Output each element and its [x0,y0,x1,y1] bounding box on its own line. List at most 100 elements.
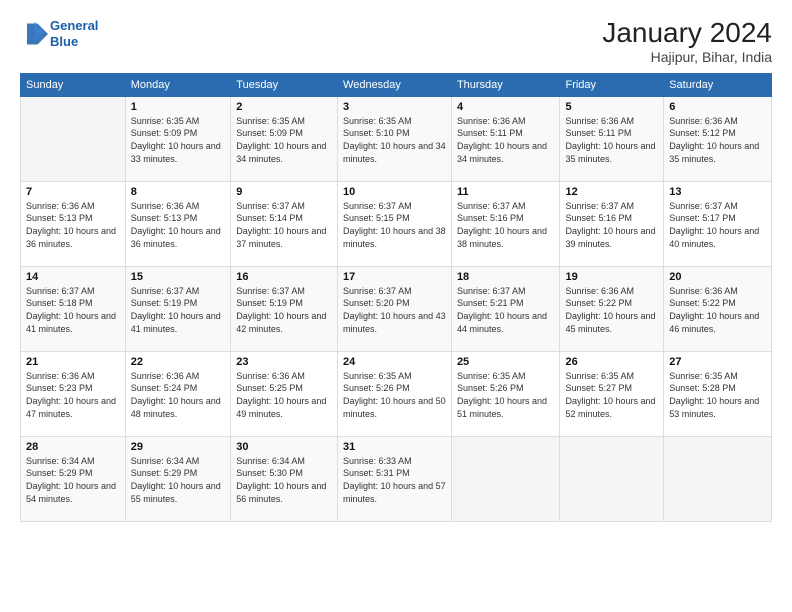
title-block: January 2024 Hajipur, Bihar, India [602,18,772,65]
day-number: 7 [26,186,120,198]
day-info: Sunrise: 6:37 AMSunset: 5:21 PMDaylight:… [457,285,555,335]
day-cell: 24 Sunrise: 6:35 AMSunset: 5:26 PMDaylig… [338,351,452,436]
day-cell: 19 Sunrise: 6:36 AMSunset: 5:22 PMDaylig… [560,266,664,351]
day-number: 19 [565,271,658,283]
col-friday: Friday [560,73,664,96]
day-info: Sunrise: 6:36 AMSunset: 5:13 PMDaylight:… [131,200,226,250]
day-cell [560,436,664,521]
day-info: Sunrise: 6:37 AMSunset: 5:19 PMDaylight:… [236,285,332,335]
week-row-4: 21 Sunrise: 6:36 AMSunset: 5:23 PMDaylig… [21,351,772,436]
day-cell: 20 Sunrise: 6:36 AMSunset: 5:22 PMDaylig… [664,266,772,351]
day-info: Sunrise: 6:37 AMSunset: 5:20 PMDaylight:… [343,285,446,335]
day-info: Sunrise: 6:37 AMSunset: 5:15 PMDaylight:… [343,200,446,250]
day-cell: 29 Sunrise: 6:34 AMSunset: 5:29 PMDaylig… [125,436,231,521]
header-row: Sunday Monday Tuesday Wednesday Thursday… [21,73,772,96]
day-number: 8 [131,186,226,198]
logo-text: General Blue [50,18,98,49]
day-cell: 27 Sunrise: 6:35 AMSunset: 5:28 PMDaylig… [664,351,772,436]
day-number: 3 [343,101,446,113]
calendar-table: Sunday Monday Tuesday Wednesday Thursday… [20,73,772,522]
col-monday: Monday [125,73,231,96]
day-cell: 6 Sunrise: 6:36 AMSunset: 5:12 PMDayligh… [664,96,772,181]
day-info: Sunrise: 6:37 AMSunset: 5:19 PMDaylight:… [131,285,226,335]
subtitle: Hajipur, Bihar, India [602,49,772,65]
day-info: Sunrise: 6:35 AMSunset: 5:27 PMDaylight:… [565,370,658,420]
day-cell: 4 Sunrise: 6:36 AMSunset: 5:11 PMDayligh… [451,96,560,181]
day-info: Sunrise: 6:37 AMSunset: 5:17 PMDaylight:… [669,200,766,250]
day-info: Sunrise: 6:37 AMSunset: 5:14 PMDaylight:… [236,200,332,250]
day-cell: 13 Sunrise: 6:37 AMSunset: 5:17 PMDaylig… [664,181,772,266]
logo-icon [20,20,48,48]
day-info: Sunrise: 6:36 AMSunset: 5:11 PMDaylight:… [457,115,555,165]
col-sunday: Sunday [21,73,126,96]
day-info: Sunrise: 6:35 AMSunset: 5:10 PMDaylight:… [343,115,446,165]
day-number: 6 [669,101,766,113]
day-cell: 26 Sunrise: 6:35 AMSunset: 5:27 PMDaylig… [560,351,664,436]
day-cell [451,436,560,521]
col-wednesday: Wednesday [338,73,452,96]
day-number: 21 [26,356,120,368]
logo: General Blue [20,18,98,49]
day-number: 16 [236,271,332,283]
day-number: 18 [457,271,555,283]
day-info: Sunrise: 6:35 AMSunset: 5:09 PMDaylight:… [131,115,226,165]
day-info: Sunrise: 6:37 AMSunset: 5:16 PMDaylight:… [457,200,555,250]
day-number: 4 [457,101,555,113]
day-number: 1 [131,101,226,113]
day-info: Sunrise: 6:36 AMSunset: 5:22 PMDaylight:… [669,285,766,335]
day-number: 24 [343,356,446,368]
day-cell: 23 Sunrise: 6:36 AMSunset: 5:25 PMDaylig… [231,351,338,436]
day-cell: 11 Sunrise: 6:37 AMSunset: 5:16 PMDaylig… [451,181,560,266]
day-number: 14 [26,271,120,283]
day-info: Sunrise: 6:37 AMSunset: 5:18 PMDaylight:… [26,285,120,335]
day-info: Sunrise: 6:36 AMSunset: 5:23 PMDaylight:… [26,370,120,420]
day-number: 17 [343,271,446,283]
week-row-1: 1 Sunrise: 6:35 AMSunset: 5:09 PMDayligh… [21,96,772,181]
day-cell: 7 Sunrise: 6:36 AMSunset: 5:13 PMDayligh… [21,181,126,266]
week-row-2: 7 Sunrise: 6:36 AMSunset: 5:13 PMDayligh… [21,181,772,266]
day-number: 25 [457,356,555,368]
day-number: 20 [669,271,766,283]
day-cell: 22 Sunrise: 6:36 AMSunset: 5:24 PMDaylig… [125,351,231,436]
day-info: Sunrise: 6:36 AMSunset: 5:22 PMDaylight:… [565,285,658,335]
day-cell: 10 Sunrise: 6:37 AMSunset: 5:15 PMDaylig… [338,181,452,266]
col-tuesday: Tuesday [231,73,338,96]
day-number: 15 [131,271,226,283]
day-cell: 12 Sunrise: 6:37 AMSunset: 5:16 PMDaylig… [560,181,664,266]
day-info: Sunrise: 6:35 AMSunset: 5:28 PMDaylight:… [669,370,766,420]
day-info: Sunrise: 6:34 AMSunset: 5:30 PMDaylight:… [236,455,332,505]
day-cell: 9 Sunrise: 6:37 AMSunset: 5:14 PMDayligh… [231,181,338,266]
day-cell: 25 Sunrise: 6:35 AMSunset: 5:26 PMDaylig… [451,351,560,436]
day-cell: 15 Sunrise: 6:37 AMSunset: 5:19 PMDaylig… [125,266,231,351]
day-info: Sunrise: 6:36 AMSunset: 5:13 PMDaylight:… [26,200,120,250]
day-info: Sunrise: 6:35 AMSunset: 5:26 PMDaylight:… [343,370,446,420]
day-number: 30 [236,441,332,453]
day-cell [21,96,126,181]
day-cell: 1 Sunrise: 6:35 AMSunset: 5:09 PMDayligh… [125,96,231,181]
day-cell: 17 Sunrise: 6:37 AMSunset: 5:20 PMDaylig… [338,266,452,351]
day-cell: 5 Sunrise: 6:36 AMSunset: 5:11 PMDayligh… [560,96,664,181]
day-cell: 2 Sunrise: 6:35 AMSunset: 5:09 PMDayligh… [231,96,338,181]
day-info: Sunrise: 6:34 AMSunset: 5:29 PMDaylight:… [26,455,120,505]
day-info: Sunrise: 6:36 AMSunset: 5:24 PMDaylight:… [131,370,226,420]
day-cell: 14 Sunrise: 6:37 AMSunset: 5:18 PMDaylig… [21,266,126,351]
day-info: Sunrise: 6:37 AMSunset: 5:16 PMDaylight:… [565,200,658,250]
day-number: 26 [565,356,658,368]
day-cell: 8 Sunrise: 6:36 AMSunset: 5:13 PMDayligh… [125,181,231,266]
day-number: 2 [236,101,332,113]
day-number: 11 [457,186,555,198]
day-number: 10 [343,186,446,198]
day-number: 31 [343,441,446,453]
day-info: Sunrise: 6:36 AMSunset: 5:11 PMDaylight:… [565,115,658,165]
day-cell: 28 Sunrise: 6:34 AMSunset: 5:29 PMDaylig… [21,436,126,521]
day-info: Sunrise: 6:36 AMSunset: 5:25 PMDaylight:… [236,370,332,420]
day-cell: 3 Sunrise: 6:35 AMSunset: 5:10 PMDayligh… [338,96,452,181]
day-number: 12 [565,186,658,198]
day-number: 28 [26,441,120,453]
day-cell [664,436,772,521]
day-info: Sunrise: 6:35 AMSunset: 5:26 PMDaylight:… [457,370,555,420]
day-cell: 31 Sunrise: 6:33 AMSunset: 5:31 PMDaylig… [338,436,452,521]
col-thursday: Thursday [451,73,560,96]
day-info: Sunrise: 6:33 AMSunset: 5:31 PMDaylight:… [343,455,446,505]
day-number: 13 [669,186,766,198]
